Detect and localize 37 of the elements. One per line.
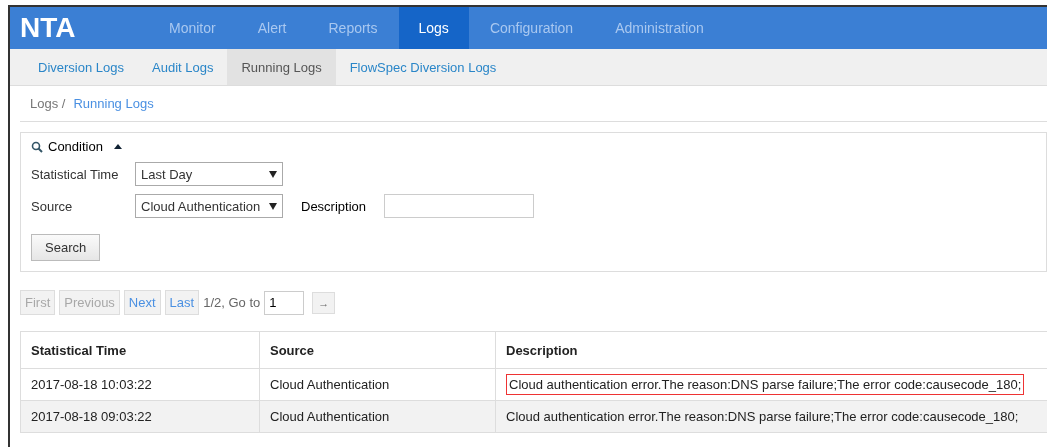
subnav-tab[interactable]: Running Logs [227, 49, 336, 85]
breadcrumb-item: Logs / [30, 96, 66, 111]
nav-tab[interactable]: Monitor [148, 7, 237, 49]
source-dropdown[interactable]: Cloud Authentication [135, 194, 283, 218]
time-dropdown[interactable]: Last Day [135, 162, 283, 186]
description-field[interactable] [384, 194, 535, 218]
table-cell: 2017-08-18 09:03:22 [20, 400, 260, 433]
search-button[interactable]: Search [31, 234, 101, 261]
nav-tab[interactable]: Logs [398, 7, 469, 49]
table-cell: 2017-08-18 10:03:22 [20, 368, 260, 401]
table-cell: Cloud Authentication [259, 368, 496, 401]
go-button[interactable]: → [312, 291, 336, 314]
nav-tab[interactable]: Alert [236, 7, 308, 49]
field-label: Source [31, 198, 74, 214]
nav-tab[interactable]: Reports [307, 7, 399, 49]
column-header: Description [495, 331, 1047, 369]
subnav-tab[interactable]: Diversion Logs [24, 49, 138, 85]
logo: NTA [19, 11, 77, 45]
column-header: Statistical Time [20, 331, 260, 369]
nav-tab[interactable]: Configuration [468, 7, 595, 49]
table-cell: Cloud Authentication [259, 400, 496, 433]
condition-title[interactable]: Condition [48, 139, 103, 154]
caret-icon[interactable] [113, 144, 122, 149]
page-info: 1/2, Go to [203, 295, 261, 310]
search-icon [31, 140, 43, 153]
page-button[interactable]: Last [164, 290, 200, 315]
nav-tab[interactable]: Administration [594, 7, 725, 49]
subnav-tab[interactable]: FlowSpec Diversion Logs [335, 49, 511, 85]
subnav-tab[interactable]: Audit Logs [138, 49, 228, 85]
field-label: Statistical Time [31, 166, 120, 182]
table-cell: Cloud authentication error.The reason:DNS parse failure;The error code:causecode_180; [506, 374, 1025, 395]
table-cell: Cloud authentication error.The reason:DNS parse failure;The error code:causecode_180; [506, 409, 1019, 424]
field-label: Description [301, 198, 367, 214]
page-field[interactable]: 1 [264, 290, 305, 315]
column-header: Source [259, 331, 496, 369]
breadcrumb-link[interactable]: Running Logs [73, 96, 154, 111]
page-button[interactable]: Next [123, 290, 161, 315]
